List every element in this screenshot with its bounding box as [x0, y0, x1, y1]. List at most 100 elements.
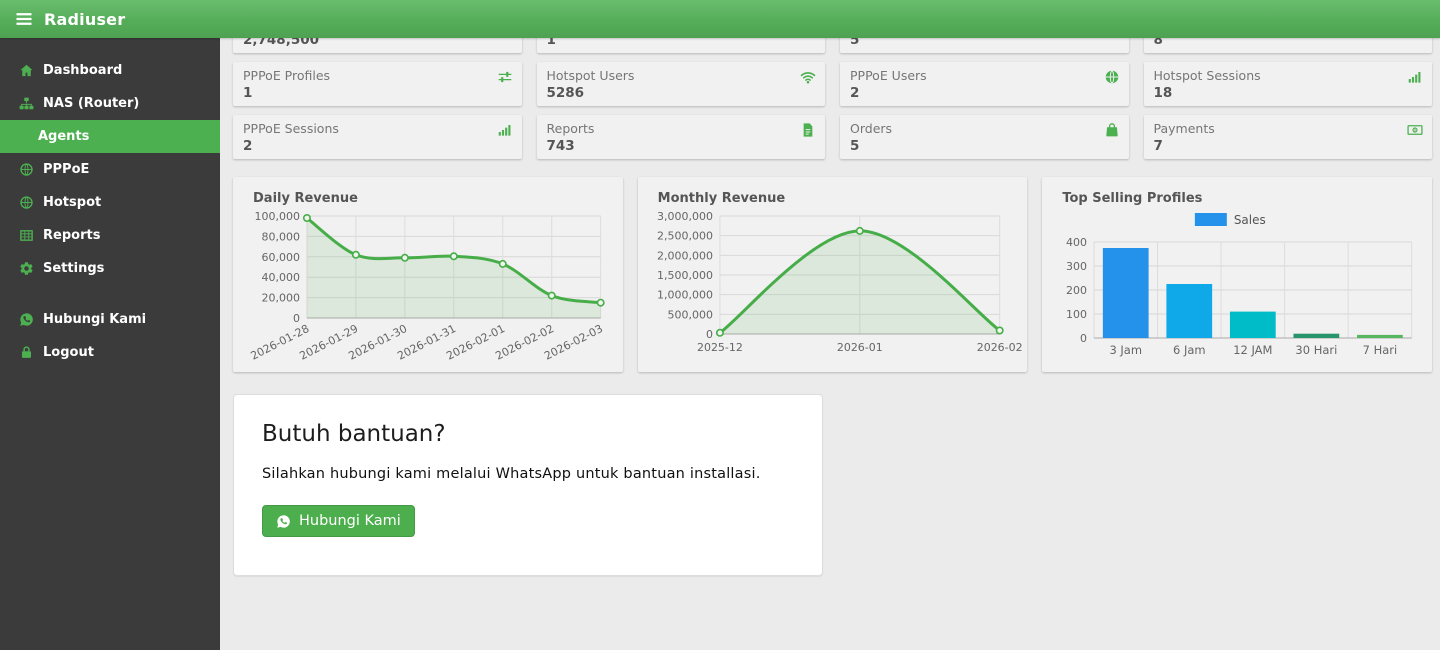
daily-revenue-chart: 020,00040,00060,00080,000100,0002026-01-…: [249, 210, 605, 363]
sitemap-icon: [19, 96, 34, 111]
home-icon: [19, 63, 34, 78]
svg-text:200: 200: [1066, 284, 1087, 297]
svg-text:20,000: 20,000: [262, 292, 300, 305]
charts-row: Daily Revenue 0 20,000 40,000 60,000 80,000 1…: [233, 177, 1432, 372]
svg-text:2,000,000: 2,000,000: [657, 249, 713, 262]
svg-text:Sales: Sales: [1234, 213, 1266, 227]
stat-card-orders: Orders 5: [840, 115, 1129, 159]
sidebar-item-dashboard[interactable]: Dashboard: [0, 54, 220, 87]
svg-text:2026-02: 2026-02: [976, 341, 1022, 354]
svg-text:30 Hari: 30 Hari: [1296, 343, 1338, 357]
svg-text:60,000: 60,000: [262, 251, 300, 264]
hubungi-kami-button-label: Hubungi Kami: [299, 513, 401, 529]
sidebar-item-settings[interactable]: Settings: [0, 252, 220, 285]
stat-card-pppoe-sessions: PPPoE Sessions 2: [233, 115, 522, 159]
svg-text:100,000: 100,000: [255, 210, 300, 223]
stat-label: PPPoE Sessions: [243, 121, 339, 136]
sidebar-item-label: Hubungi Kami: [43, 312, 147, 327]
sidebar-item-label: Reports: [43, 228, 101, 243]
svg-text:0: 0: [706, 328, 713, 341]
stat-card-payments: Payments 7: [1143, 115, 1432, 159]
wifi-icon: [800, 69, 816, 85]
stat-label: Hotspot Users: [546, 68, 635, 83]
help-card: Butuh bantuan? Silahkan hubungi kami mel…: [233, 394, 823, 576]
monthly-revenue-chart: 0 500,000 1,000,000 1,500,000 2,000,000 2,500…: [657, 210, 1023, 354]
sidebar-item-label: PPPoE: [43, 162, 90, 177]
whatsapp-icon: [276, 514, 291, 529]
stat-label: PPPoE Profiles: [243, 68, 331, 83]
stat-label: PPPoE Users: [850, 68, 927, 83]
svg-text:40,000: 40,000: [262, 271, 300, 284]
help-message: Silahkan hubungi kami melalui WhatsApp u…: [262, 466, 761, 482]
svg-text:0: 0: [293, 312, 300, 325]
svg-text:6 Jam: 6 Jam: [1173, 343, 1206, 357]
top-selling-profiles-chart-card: Top Selling Profiles Sales 0 100 200 300 400 3…: [1042, 177, 1432, 372]
stat-value: 743: [546, 138, 575, 154]
stat-label: Reports: [546, 121, 595, 136]
table-icon: [19, 228, 34, 243]
sidebar-item-label: NAS (Router): [43, 96, 140, 111]
money-bill-icon: [1407, 122, 1423, 138]
svg-text:80,000: 80,000: [262, 230, 300, 243]
globe-icon: [19, 195, 34, 210]
sidebar-item-nas-router[interactable]: NAS (Router): [0, 87, 220, 120]
chart-title: Monthly Revenue: [657, 191, 786, 206]
sidebar-item-logout[interactable]: Logout: [0, 336, 220, 369]
stat-card-hotspot-sessions: Hotspot Sessions 18: [1143, 62, 1432, 106]
svg-text:100: 100: [1066, 308, 1087, 321]
sidebar-item-label: Agents: [38, 129, 90, 144]
signal-icon: [497, 122, 513, 138]
lock-icon: [19, 345, 34, 360]
globe-icon: [1104, 69, 1120, 85]
sidebar: Dashboard NAS (Router) Agents PPPoE Hots…: [0, 38, 220, 650]
stat-value: 5286: [546, 85, 585, 101]
stat-value: 2: [850, 85, 860, 101]
stat-card-pppoe-users: PPPoE Users 2: [840, 62, 1129, 106]
sidebar-item-hotspot[interactable]: Hotspot: [0, 186, 220, 219]
svg-text:2026-01: 2026-01: [837, 341, 883, 354]
svg-text:300: 300: [1066, 260, 1087, 273]
stat-value: 7: [1153, 138, 1163, 154]
sidebar-item-label: Settings: [43, 261, 105, 276]
monthly-revenue-chart-card: Monthly Revenue 0 500,000 1,000,000 1,500,0…: [637, 177, 1028, 372]
sidebar-item-reports[interactable]: Reports: [0, 219, 220, 252]
signal-icon: [1407, 69, 1423, 85]
hubungi-kami-button[interactable]: Hubungi Kami: [262, 505, 415, 537]
svg-text:2,500,000: 2,500,000: [657, 230, 713, 243]
svg-text:1,500,000: 1,500,000: [657, 269, 713, 282]
stat-value: 5: [850, 138, 860, 154]
shopping-bag-icon: [1104, 122, 1120, 138]
help-title: Butuh bantuan?: [262, 421, 446, 447]
sidebar-item-label: Logout: [43, 345, 94, 360]
daily-revenue-chart-card: Daily Revenue 0 20,000 40,000 60,000 80,000 1…: [233, 177, 623, 372]
file-icon: [800, 122, 816, 138]
svg-text:1,000,000: 1,000,000: [657, 289, 713, 302]
app-title: Radiuser: [44, 9, 126, 29]
svg-text:0: 0: [1080, 332, 1087, 345]
stat-label: Orders: [850, 121, 893, 136]
stat-card-reports: Reports 743: [536, 115, 825, 159]
stat-value: 2: [243, 138, 253, 154]
svg-text:3,000,000: 3,000,000: [657, 210, 713, 223]
svg-text:2025-12: 2025-12: [697, 341, 743, 354]
whatsapp-icon: [19, 312, 34, 327]
sidebar-item-pppoe[interactable]: PPPoE: [0, 153, 220, 186]
gear-icon: [19, 261, 34, 276]
sliders-icon: [497, 69, 513, 85]
svg-text:3 Jam: 3 Jam: [1110, 343, 1143, 357]
stat-value: 18: [1153, 85, 1173, 101]
top-selling-profiles-chart: Sales 0 100 200 300 400 3 Jam 6 Jam 12 JAM 30 Har…: [1066, 213, 1413, 357]
chart-title: Daily Revenue: [253, 191, 358, 206]
svg-text:400: 400: [1066, 236, 1087, 249]
svg-text:7 Hari: 7 Hari: [1363, 343, 1398, 357]
sidebar-item-label: Dashboard: [43, 63, 123, 78]
sidebar-item-hubungi-kami[interactable]: Hubungi Kami: [0, 303, 220, 336]
menu-icon[interactable]: [14, 9, 34, 29]
topbar: Radiuser: [0, 0, 1440, 38]
sidebar-item-agents[interactable]: Agents: [0, 120, 220, 153]
globe-icon: [19, 162, 34, 177]
svg-text:12 JAM: 12 JAM: [1234, 343, 1273, 357]
stat-label: Hotspot Sessions: [1153, 68, 1261, 83]
chart-title: Top Selling Profiles: [1062, 191, 1203, 206]
